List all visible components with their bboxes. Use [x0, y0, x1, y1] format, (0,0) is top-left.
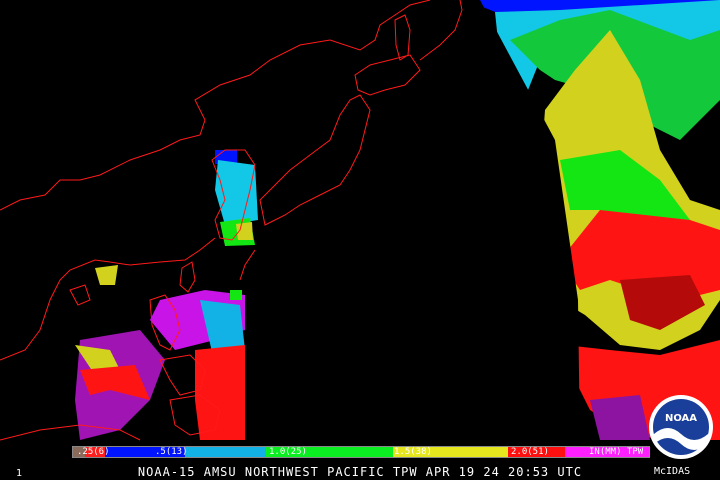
yellow-sea-cyan: [215, 160, 258, 225]
frame-number: 1: [16, 468, 23, 479]
swath-region-magenta: [590, 395, 650, 440]
colorbar-label: 1.0(25): [269, 447, 307, 457]
tpw-map: [0, 0, 720, 445]
phil-red: [195, 345, 245, 440]
coastline-japan-honshu: [259, 94, 371, 226]
phil-yellow-north: [95, 265, 118, 285]
yellow-sea-yellow: [236, 222, 253, 240]
phil-green-tip: [230, 290, 242, 300]
coastline-asia: [0, 0, 431, 211]
coastline-taiwan: [179, 261, 196, 293]
yellow-sea-area: [215, 150, 258, 246]
colorbar-label: IN(MM) TPW: [589, 447, 644, 457]
colorbar-segment: [185, 447, 266, 457]
mcidas-credit: McIDAS: [654, 466, 691, 477]
coastline-ryukyu: [239, 249, 256, 281]
colorbar-label: .5(13): [155, 447, 188, 457]
colorbar-label: 2.0(51): [511, 447, 549, 457]
noaa-logo-text: NOAA: [665, 413, 697, 424]
coastline-kurils: [419, 0, 463, 61]
coastline-hainan: [69, 284, 91, 306]
noaa-logo: NOAA: [649, 395, 713, 459]
colorbar-label: .25(6): [77, 447, 110, 457]
colorbar-label: 1.5(38): [394, 447, 432, 457]
coastline-japan-hokkaido: [354, 54, 421, 96]
product-caption: NOAA-15 AMSU NORTHWEST PACIFIC TPW APR 1…: [137, 465, 583, 479]
satellite-map-frame: .25(6) .5(13) 1.0(25) 1.5(38) 2.0(51) IN(MM) …: [0, 0, 720, 480]
phil-cyan: [200, 300, 245, 352]
coastline-sakhalin: [394, 14, 411, 61]
